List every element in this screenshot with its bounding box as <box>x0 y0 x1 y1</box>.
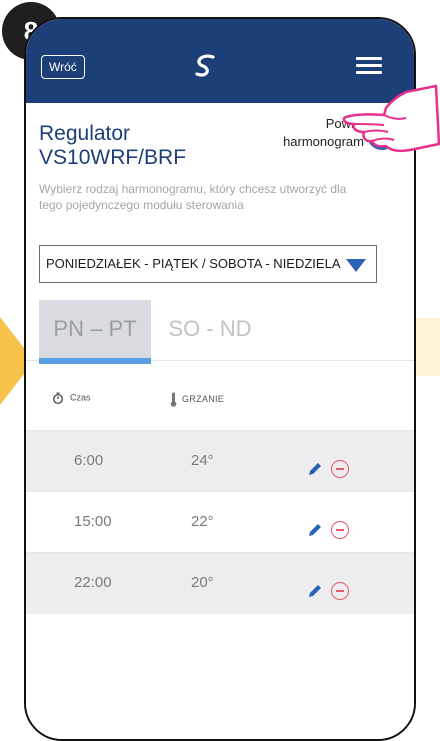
schedule-type-select[interactable]: PONIEDZIAŁEK - PIĄTEK / SOBOTA - NIEDZIE… <box>39 245 377 283</box>
hamburger-menu-icon[interactable] <box>356 57 382 75</box>
row-temperature: 20° <box>191 574 214 591</box>
schedule-row: 15:00 22° <box>26 491 414 553</box>
stopwatch-icon <box>53 392 63 404</box>
thermometer-icon <box>170 392 177 407</box>
row-time: 22:00 <box>74 574 112 591</box>
pencil-icon[interactable] <box>307 522 323 538</box>
pencil-icon[interactable] <box>307 583 323 599</box>
back-button[interactable]: Wróć <box>41 55 85 79</box>
schedule-panel: PN – PT SO - ND Czas GRZANIE 6:00 24° 15… <box>26 300 414 739</box>
page-title: Regulator VS10WRF/BRF <box>39 122 187 169</box>
schedule-row: 6:00 24° <box>26 430 414 492</box>
schedule-type-value: PONIEDZIAŁEK - PIĄTEK / SOBOTA - NIEDZIE… <box>46 256 341 271</box>
row-time: 15:00 <box>74 513 112 530</box>
schedule-description: Wybierz rodzaj harmonogramu, który chces… <box>39 182 347 212</box>
dropdown-caret-icon <box>346 259 366 272</box>
tab-weekend[interactable]: SO - ND <box>151 300 269 358</box>
remove-icon[interactable] <box>331 521 349 539</box>
day-tabs: PN – PT SO - ND <box>26 300 414 364</box>
remove-icon[interactable] <box>331 460 349 478</box>
tab-weekdays[interactable]: PN – PT <box>39 300 151 358</box>
pointing-hand-icon <box>342 84 440 153</box>
row-time: 6:00 <box>74 452 104 469</box>
heating-column-header: GRZANIE <box>170 392 224 407</box>
remove-icon[interactable] <box>331 582 349 600</box>
time-column-header: Czas <box>52 392 91 404</box>
schedule-columns-header: Czas GRZANIE <box>26 364 414 430</box>
time-column-label: Czas <box>70 392 91 403</box>
heating-column-label: GRZANIE <box>182 393 225 404</box>
pencil-icon[interactable] <box>307 461 323 477</box>
row-temperature: 22° <box>191 513 214 530</box>
row-temperature: 24° <box>191 452 214 469</box>
s-swirl-logo-icon <box>195 54 215 77</box>
schedule-row: 22:00 20° <box>26 552 414 614</box>
